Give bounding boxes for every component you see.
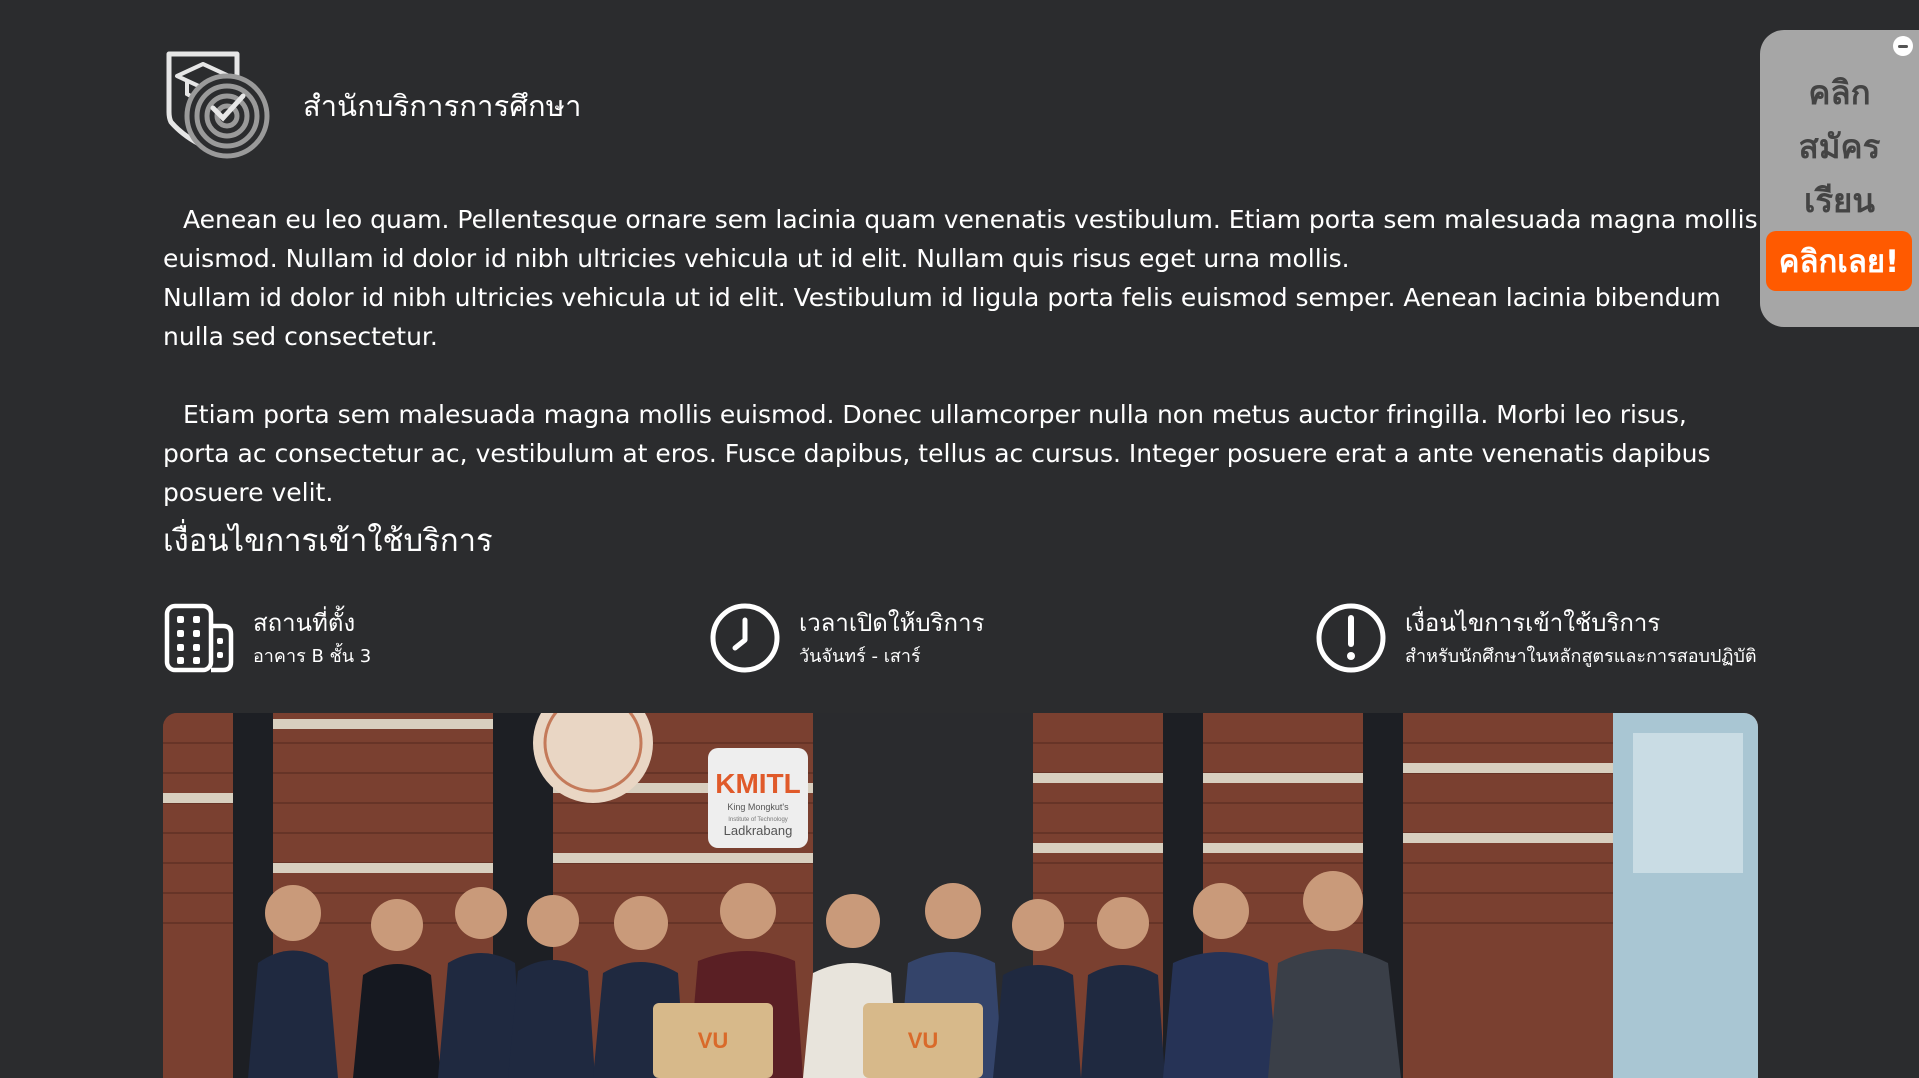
group-photo-illustration: KMITL King Mongkut's Institute of Techno… <box>163 713 1758 1078</box>
apply-now-widget[interactable]: คลิก สมัคร เรียน คลิกเลย! <box>1760 30 1919 327</box>
apply-line-1: คลิก <box>1808 73 1871 112</box>
exclamation-circle-icon <box>1316 603 1386 673</box>
graduation-cap-shield-logo <box>166 51 270 159</box>
feature-hours: เวลาเปิดให้บริการ วันจันทร์ - เสาร์ <box>709 602 984 674</box>
kmitl-sign-line3: Ladkrabang <box>724 823 793 838</box>
apply-line-3: เรียน <box>1804 181 1875 220</box>
clock-icon <box>710 603 780 673</box>
conditions-list: สถานที่ตั้ง อาคาร B ชั้น 3 เวลาเปิดให้บร… <box>163 602 1758 674</box>
bag-logo-left: VU <box>698 1028 729 1053</box>
page-title: สำนักบริการการศึกษา <box>303 89 582 123</box>
apply-now-button[interactable]: คลิกเลย! <box>1766 231 1912 291</box>
apply-text[interactable]: คลิก สมัคร เรียน <box>1760 66 1919 228</box>
page-header: สำนักบริการการศึกษา <box>163 50 582 162</box>
intro-paragraph-3: Etiam porta sem malesuada magna mollis e… <box>163 400 1711 507</box>
minus-circle-icon[interactable] <box>1893 36 1913 56</box>
feature-description: สำหรับนักศึกษาในหลักสูตรและการสอบปฏิบัติ <box>1405 646 1757 667</box>
feature-title: เงื่อนไขการเข้าใช้บริการ <box>1405 609 1661 637</box>
feature-description: วันจันทร์ - เสาร์ <box>799 646 921 667</box>
intro-paragraph-2: Nullam id dolor id nibh ultricies vehicu… <box>163 283 1721 351</box>
feature-conditions: เงื่อนไขการเข้าใช้บริการ สำหรับนักศึกษาใ… <box>1315 602 1757 674</box>
apply-line-2: สมัคร <box>1798 127 1881 166</box>
kmitl-sign-brand: KMITL <box>715 768 801 799</box>
group-photo: KMITL King Mongkut's Institute of Techno… <box>163 713 1758 1078</box>
feature-description: อาคาร B ชั้น 3 <box>253 646 372 667</box>
feature-title: สถานที่ตั้ง <box>253 609 356 637</box>
feature-location: สถานที่ตั้ง อาคาร B ชั้น 3 <box>163 602 371 674</box>
bag-logo-right: VU <box>908 1028 939 1053</box>
feature-title: เวลาเปิดให้บริการ <box>799 609 985 637</box>
intro-text: Aenean eu leo quam. Pellentesque ornare … <box>163 200 1758 512</box>
conditions-heading: เงื่อนไขการเข้าใช้บริการ <box>163 523 493 559</box>
kmitl-sign-line1: King Mongkut's <box>727 802 789 812</box>
building-icon <box>164 603 234 673</box>
intro-paragraph-1: Aenean eu leo quam. Pellentesque ornare … <box>163 205 1758 273</box>
